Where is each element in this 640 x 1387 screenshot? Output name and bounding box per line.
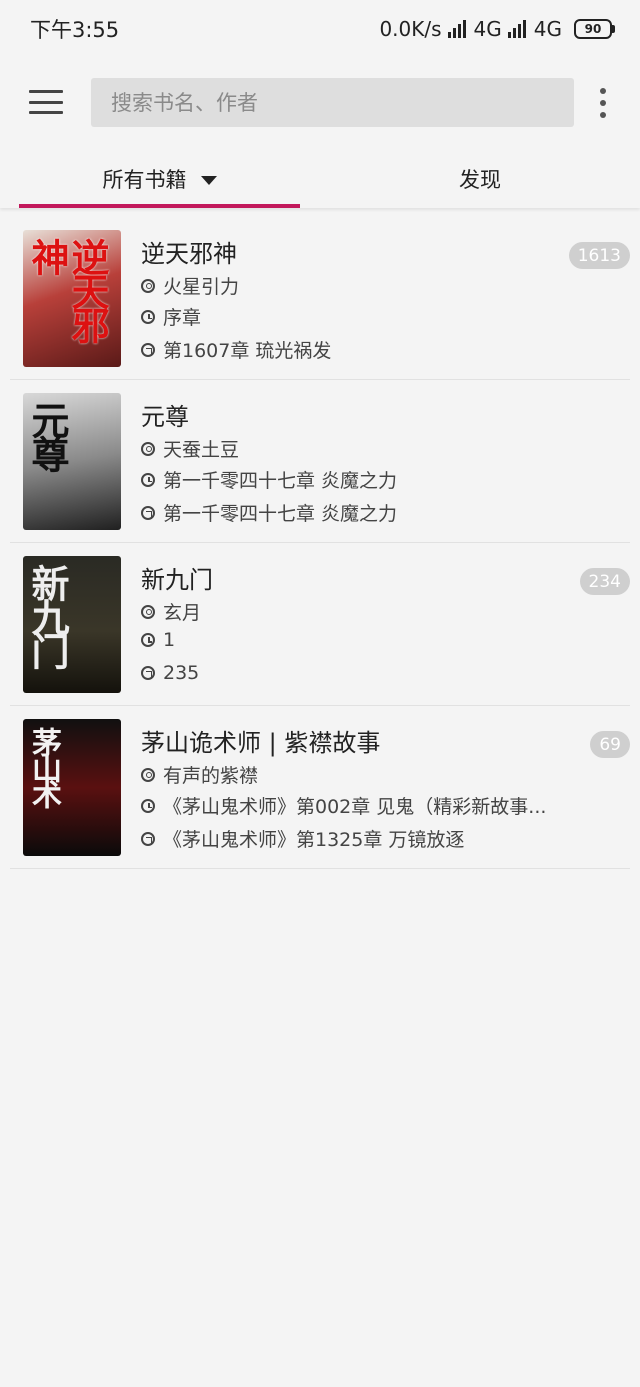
book-author-row: 火星引力 — [141, 272, 239, 299]
book-list: 逆天邪神 逆天邪神 火星引力 序章 第1607章 琉光祸发 1613 元尊 元尊… — [0, 217, 640, 869]
more-options-icon[interactable] — [598, 88, 608, 118]
book-last-read: 序章 — [163, 307, 202, 329]
book-item[interactable]: 元尊 元尊 天蚕土豆 第一千零四十七章 炎魔之力 第一千零四十七章 炎魔之力 — [10, 380, 630, 543]
search-bar[interactable] — [91, 78, 574, 127]
unread-badge: 234 — [579, 568, 630, 595]
book-last-read-row: 1 — [141, 629, 175, 651]
book-author: 火星引力 — [163, 276, 240, 298]
unread-badge: 69 — [590, 731, 630, 758]
status-time: 下午3:55 — [30, 18, 120, 42]
book-last-read: 《茅山鬼术师》第002章 见鬼（精彩新故事... — [163, 796, 547, 818]
author-icon — [141, 604, 155, 619]
tab-discover-label: 发现 — [459, 168, 501, 192]
compass-icon — [141, 831, 155, 846]
status-bar: 下午3:55 0.0K/s 4G 4G 90 — [0, 0, 640, 58]
compass-icon — [141, 342, 155, 357]
book-latest-row: 《茅山鬼术师》第1325章 万镜放逐 — [141, 825, 464, 852]
book-latest-row: 第1607章 琉光祸发 — [141, 336, 331, 363]
book-last-read-row: 第一千零四十七章 炎魔之力 — [141, 466, 397, 493]
clock-icon — [141, 633, 155, 647]
book-cover-title: 逆天邪神 — [25, 238, 110, 340]
book-item[interactable]: 茅山术 茅山诡术师 | 紫襟故事 有声的紫襟 《茅山鬼术师》第002章 见鬼（精… — [10, 706, 630, 869]
search-input[interactable] — [109, 89, 574, 116]
book-latest-chapter: 《茅山鬼术师》第1325章 万镜放逐 — [163, 829, 465, 851]
signal-icon-2 — [507, 20, 526, 38]
book-author: 天蚕土豆 — [163, 439, 240, 461]
book-cover: 茅山术 — [23, 719, 121, 856]
book-last-read: 1 — [163, 629, 176, 651]
signal-icon — [447, 20, 466, 38]
tab-all-books[interactable]: 所有书籍 — [19, 150, 300, 208]
compass-icon — [141, 505, 155, 520]
dropdown-caret-icon[interactable] — [200, 175, 217, 185]
book-author-row: 天蚕土豆 — [141, 435, 239, 462]
network-type-2: 4G — [533, 17, 562, 41]
book-cover-title: 新九门 — [25, 564, 70, 666]
unread-badge: 1613 — [568, 242, 630, 269]
clock-icon — [141, 798, 155, 813]
book-cover-title: 元尊 — [25, 401, 70, 469]
tab-discover[interactable]: 发现 — [320, 150, 640, 208]
author-icon — [141, 441, 155, 456]
tab-bar: 所有书籍 发现 — [0, 150, 640, 208]
toolbar — [0, 70, 640, 134]
book-author: 有声的紫襟 — [163, 765, 259, 787]
book-title: 茅山诡术师 | 紫襟故事 — [141, 729, 381, 757]
book-last-read: 第一千零四十七章 炎魔之力 — [163, 470, 398, 492]
network-speed: 0.0K/s — [379, 17, 442, 41]
status-indicators: 0.0K/s 4G 4G 90 — [379, 17, 615, 41]
book-cover: 元尊 — [23, 393, 121, 530]
book-item[interactable]: 新九门 新九门 玄月 1 235 234 — [10, 543, 630, 706]
book-last-read-row: 序章 — [141, 303, 201, 330]
tab-all-books-label: 所有书籍 — [102, 168, 187, 192]
book-item[interactable]: 逆天邪神 逆天邪神 火星引力 序章 第1607章 琉光祸发 1613 — [10, 217, 630, 380]
book-title: 逆天邪神 — [141, 240, 237, 268]
book-title: 新九门 — [141, 566, 213, 594]
book-author-row: 有声的紫襟 — [141, 761, 258, 788]
book-author-row: 玄月 — [141, 598, 201, 625]
book-latest-row: 第一千零四十七章 炎魔之力 — [141, 499, 397, 526]
author-icon — [141, 278, 155, 293]
clock-icon — [141, 472, 155, 487]
book-latest-row: 235 — [141, 662, 199, 684]
battery-icon: 90 — [574, 19, 615, 39]
book-author: 玄月 — [163, 602, 202, 624]
clock-icon — [141, 309, 155, 324]
book-cover: 新九门 — [23, 556, 121, 693]
network-type-1: 4G — [473, 17, 502, 41]
book-cover-title: 茅山术 — [26, 727, 61, 805]
book-cover: 逆天邪神 — [23, 230, 121, 367]
book-last-read-row: 《茅山鬼术师》第002章 见鬼（精彩新故事... — [141, 792, 546, 819]
book-latest-chapter: 第1607章 琉光祸发 — [163, 340, 332, 362]
author-icon — [141, 767, 155, 782]
book-latest-chapter: 235 — [163, 662, 200, 684]
menu-icon[interactable] — [29, 90, 63, 114]
compass-icon — [141, 666, 155, 680]
book-latest-chapter: 第一千零四十七章 炎魔之力 — [163, 503, 398, 525]
book-title: 元尊 — [141, 403, 189, 431]
